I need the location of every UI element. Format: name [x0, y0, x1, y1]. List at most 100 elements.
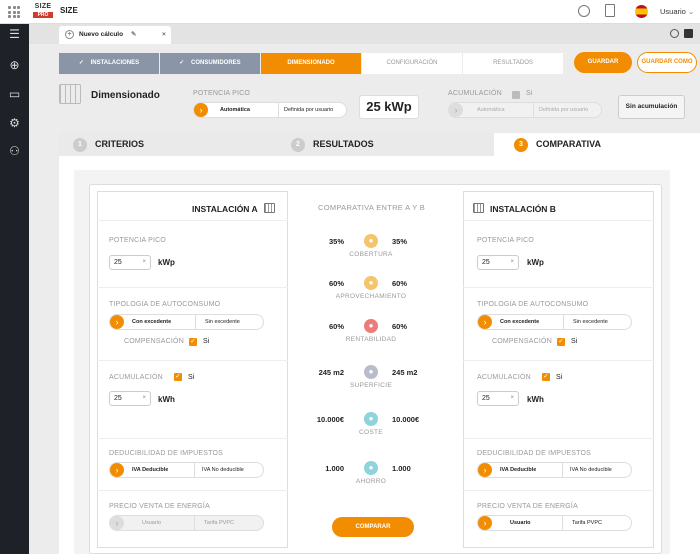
menu-icon[interactable]: ☰ [7, 27, 22, 42]
arrow-icon: › [449, 103, 463, 117]
metric-icon: ● [364, 276, 378, 290]
potencia-input[interactable]: 25 × [477, 255, 519, 270]
acumulacion-mode-toggle[interactable]: › Automática Definida por usuario [448, 102, 602, 118]
deducibilidad-label: DEDUCIBILIDAD DE IMPUESTOS [477, 450, 591, 457]
seg-definida-usuario[interactable]: Definida por usuario [284, 103, 333, 117]
seg-automatica[interactable]: Automática [477, 103, 505, 117]
app-title: SIZE [60, 6, 78, 15]
acumulacion-checkbox[interactable]: ✓ [174, 373, 182, 381]
seg-tarifa-pvpc[interactable]: Tarifa PVPC [204, 516, 234, 530]
arrow-icon: › [110, 516, 124, 530]
potencia-label: POTENCIA PICO [109, 237, 167, 244]
metric-icon: ● [364, 412, 378, 426]
precio-toggle[interactable]: › Usuario Tarifa PVPC [477, 515, 632, 531]
gear-icon[interactable]: ⚙ [7, 116, 22, 131]
precio-label: PRECIO VENTA DE ENERGÍA [477, 503, 578, 510]
tab-comparativa[interactable]: 3 COMPARATIVA [494, 133, 700, 156]
potencia-input[interactable]: 25 × [109, 255, 151, 270]
user-menu[interactable]: Usuario ⌄ [660, 7, 694, 16]
seg-iva-no-deducible[interactable]: IVA No deducible [202, 463, 244, 477]
clear-icon[interactable]: × [510, 256, 514, 269]
close-icon[interactable]: × [162, 26, 166, 44]
solar-panel-icon [264, 203, 275, 213]
tipologia-toggle[interactable]: › Con excedente Sin excedente [477, 314, 632, 330]
potencia-mode-toggle[interactable]: › Automática Definida por usuario [193, 102, 347, 118]
potencia-value: 25 kWp [359, 95, 419, 119]
folder-icon[interactable]: ▭ [7, 87, 22, 102]
acumulacion-label: ACUMULACIÓN [109, 374, 163, 381]
value-b: 60% [392, 279, 408, 288]
history-icon[interactable] [578, 5, 590, 17]
seg-iva-deducible[interactable]: IVA Deducible [500, 463, 536, 477]
apps-grid-icon[interactable] [8, 6, 20, 18]
acumulacion-label: ACUMULACIÓN [477, 374, 531, 381]
spain-flag-icon[interactable] [635, 5, 648, 18]
guardar-como-button[interactable]: GUARDAR COMO [637, 52, 697, 73]
compensacion-checkbox[interactable]: ✓ [557, 338, 565, 346]
tab-label: CRITERIOS [95, 139, 145, 149]
add-circle-icon[interactable]: ⊕ [7, 58, 22, 73]
value-a: 245 m2 [318, 368, 344, 377]
tab-bar: + Nuevo cálculo ✎ × [29, 24, 700, 44]
logo: SIZE PRO [33, 3, 53, 18]
precio-toggle[interactable]: › Usuario Tarifa PVPC [109, 515, 264, 531]
metric-icon: ● [364, 365, 378, 379]
seg-tarifa-pvpc[interactable]: Tarifa PVPC [572, 516, 602, 530]
seg-sin-excedente[interactable]: Sin excedente [573, 315, 608, 329]
seg-con-excedente[interactable]: Con excedente [132, 315, 171, 329]
document-settings-icon[interactable] [605, 4, 615, 17]
step-label: DIMENSIONADO [287, 60, 335, 66]
acumulacion-input[interactable]: 25 × [109, 391, 151, 406]
step-consumidores[interactable]: ✓ CONSUMIDORES [160, 53, 260, 74]
step-instalaciones[interactable]: ✓ INSTALACIONES [59, 53, 159, 74]
seg-iva-deducible[interactable]: IVA Deducible [132, 463, 168, 477]
clear-icon[interactable]: × [510, 392, 514, 405]
tab-criterios[interactable]: 1 CRITERIOS [59, 133, 279, 156]
guardar-button[interactable]: GUARDAR [574, 52, 632, 73]
arrow-icon: › [478, 463, 492, 477]
metric-label: APROVECHAMIENTO [335, 293, 407, 300]
tab-label: COMPARATIVA [536, 139, 601, 149]
instalacion-a-title: INSTALACIÓN A [192, 204, 258, 214]
input-value: 25 [114, 259, 122, 266]
users-icon[interactable]: ⚇ [7, 144, 22, 159]
seg-automatica[interactable]: Automática [220, 103, 250, 117]
tipologia-label: TIPOLOGIA DE AUTOCONSUMO [477, 301, 589, 308]
tab-label: Nuevo cálculo [79, 31, 124, 38]
acumulacion-checkbox[interactable]: ✓ [542, 373, 550, 381]
tab-resultados[interactable]: 2 RESULTADOS [279, 133, 494, 156]
seg-definida-usuario[interactable]: Definida por usuario [539, 103, 588, 117]
deducibilidad-toggle[interactable]: › IVA Deducible IVA No deducible [477, 462, 632, 478]
acumulacion-input[interactable]: 25 × [477, 391, 519, 406]
metric-label: COBERTURA [349, 251, 393, 258]
step-dimensionado[interactable]: DIMENSIONADO [261, 53, 361, 74]
clear-icon[interactable]: × [142, 256, 146, 269]
clear-icon[interactable]: × [142, 392, 146, 405]
deducibilidad-toggle[interactable]: › IVA Deducible IVA No deducible [109, 462, 264, 478]
window-icon[interactable] [684, 29, 693, 38]
target-icon[interactable] [670, 29, 679, 38]
step-resultados[interactable]: RESULTADOS [463, 53, 563, 74]
seg-usuario[interactable]: Usuario [510, 516, 530, 530]
chevron-down-icon: ⌄ [687, 7, 695, 16]
value-a: 35% [328, 237, 344, 246]
acumulacion-checkbox[interactable] [512, 91, 520, 99]
metric-icon: ● [364, 319, 378, 333]
seg-iva-no-deducible[interactable]: IVA No deducible [570, 463, 612, 477]
seg-usuario[interactable]: Usuario [142, 516, 161, 530]
tab-nuevo-calculo[interactable]: + Nuevo cálculo ✎ × [59, 26, 171, 44]
step-configuracion[interactable]: CONFIGURACIÓN [362, 53, 462, 74]
acumulacion-si: Si [526, 90, 533, 97]
step-number: 1 [73, 137, 87, 152]
seg-con-excedente[interactable]: Con excedente [500, 315, 539, 329]
potencia-label: POTENCIA PICO [477, 237, 535, 244]
comparar-button[interactable]: COMPARAR [332, 517, 414, 537]
sin-acumulacion-button[interactable]: Sin acumulación [618, 95, 685, 119]
add-tab-icon[interactable]: + [65, 30, 74, 39]
dimensionado-title: Dimensionado [91, 90, 160, 101]
metric-icon: ● [364, 234, 378, 248]
compensacion-checkbox[interactable]: ✓ [189, 338, 197, 346]
pencil-icon[interactable]: ✎ [131, 26, 136, 44]
seg-sin-excedente[interactable]: Sin excedente [205, 315, 240, 329]
tipologia-toggle[interactable]: › Con excedente Sin excedente [109, 314, 264, 330]
